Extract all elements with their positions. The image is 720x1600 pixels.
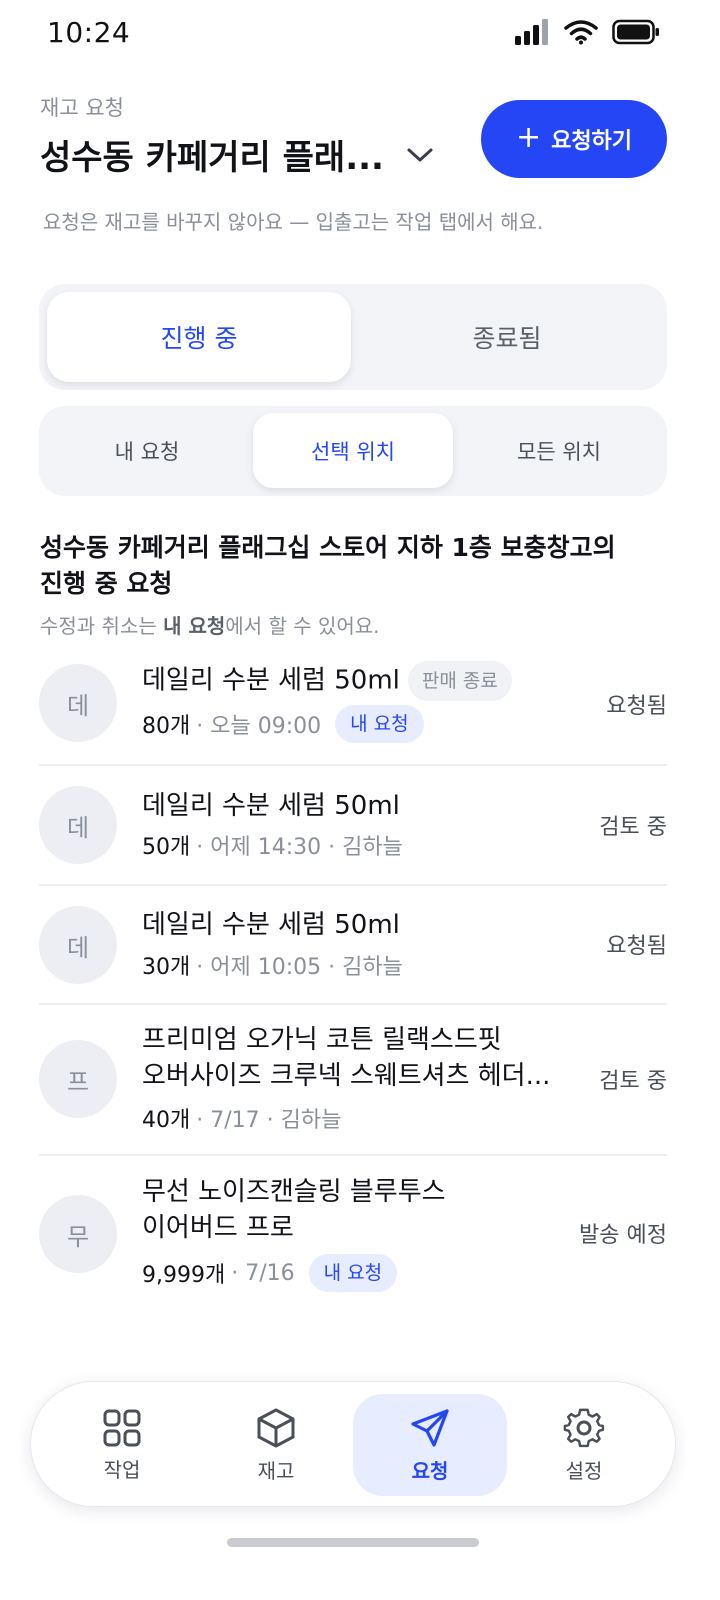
status-bar: 10:24 [0,0,720,66]
section-title: 성수동 카페거리 플래그십 스토어 지하 1층 보충창고의 진행 중 요청 [40,530,680,602]
request-item-name-line2: 오버사이즈 크루넥 스웨트셔츠 헤더... [142,1061,551,1091]
chevron-down-icon [406,146,434,164]
signal-icon [515,19,548,45]
section-note-prefix: 수정과 취소는 [40,614,164,638]
nav-label: 설정 [565,1458,603,1483]
request-item-name-line1: 프리미엄 오가닉 코튼 릴랙스드핏 [142,1025,502,1055]
status-icons [514,18,660,46]
home-indicator [227,1538,479,1547]
request-time: · 어제 14:30 · 김하늘 [196,835,403,860]
wifi-icon [564,20,598,45]
grid-icon [103,1409,141,1446]
request-meta: 40개 · 7/17 · 김하늘 [142,1102,341,1134]
scope-tab-my-requests[interactable]: 내 요청 [47,413,247,488]
nav-item-tasks[interactable]: 작업 [45,1394,199,1496]
request-row[interactable]: 데 데일리 수분 세럼 50ml 30개 · 어제 10:05 · 김하늘 요청… [39,886,667,1005]
gear-icon [563,1408,605,1447]
avatar: 데 [39,664,117,742]
request-row[interactable]: 데 데일리 수분 세럼 50ml 50개 · 어제 14:30 · 김하늘 검토… [39,766,667,886]
request-item-name-line1: 무선 노이즈캔슬링 블루투스 [142,1177,446,1207]
request-quantity: 30개 [142,955,191,980]
avatar: 데 [39,906,117,984]
request-item-name: 데일리 수분 세럼 50ml [142,791,400,821]
request-row[interactable]: 무 무선 노이즈캔슬링 블루투스 이어버드 프로 9,999개 · 7/16 내… [39,1156,667,1314]
nav-item-inventory[interactable]: 재고 [199,1394,353,1496]
section-title-line2: 진행 중 요청 [40,569,173,598]
request-meta: 50개 · 어제 14:30 · 김하늘 [142,829,403,861]
request-quantity: 80개 [142,714,191,739]
request-quantity: 50개 [142,835,191,860]
discontinued-badge: 판매 종료 [407,661,512,701]
scope-tabs: 내 요청 선택 위치 모든 위치 [39,406,667,496]
status-badge: 검토 중 [599,1069,667,1094]
request-meta: 30개 · 어제 10:05 · 김하늘 [142,949,403,981]
avatar: 데 [39,786,117,864]
section-note-bold: 내 요청 [163,614,226,638]
request-meta: 9,999개 · 7/16 내 요청 [142,1254,398,1292]
new-request-label: 요청하기 [551,129,633,154]
status-badge: 발송 예정 [579,1223,667,1248]
scope-tab-selected-location[interactable]: 선택 위치 [253,413,453,488]
my-request-badge: 내 요청 [335,705,424,743]
my-request-badge: 내 요청 [308,1254,398,1292]
nav-label: 요청 [411,1458,449,1483]
section-title-line1: 성수동 카페거리 플래그십 스토어 지하 1층 보충창고의 [40,533,616,562]
section-note: 수정과 취소는 내 요청에서 할 수 있어요. [40,610,380,639]
request-time: · 7/17 · 김하늘 [196,1108,342,1133]
request-item-name-text: 데일리 수분 세럼 50ml [142,665,400,696]
plus-icon: + [515,119,542,155]
status-tabs: 진행 중 종료됨 [39,284,667,390]
section-note-suffix: 에서 할 수 있어요. [225,614,380,638]
location-title: 성수동 카페거리 플래... [40,138,384,178]
status-badge: 요청됨 [606,694,667,719]
request-row[interactable]: 데 데일리 수분 세럼 50ml 판매 종료 80개 · 오늘 09:00 내 요… [39,645,667,766]
request-meta: 80개 · 오늘 09:00 내 요청 [142,705,424,743]
request-item-name: 데일리 수분 세럼 50ml [142,910,400,940]
tab-in-progress[interactable]: 진행 중 [47,292,351,382]
nav-item-settings[interactable]: 설정 [507,1394,661,1496]
request-item-name: 무선 노이즈캔슬링 블루투스 이어버드 프로 [142,1174,446,1246]
request-time: · 7/16 [231,1260,295,1286]
status-badge: 검토 중 [599,815,667,840]
scope-tab-all-locations[interactable]: 모든 위치 [459,413,659,488]
request-time: · 어제 10:05 · 김하늘 [196,955,403,980]
header-note: 요청은 재고를 바꾸지 않아요 — 입출고는 작업 탭에서 해요. [43,210,544,234]
request-item-name: 데일리 수분 세럼 50ml 판매 종료 [142,661,512,701]
bottom-nav: 작업 재고 요청 설정 [30,1381,676,1507]
request-row[interactable]: 프 프리미엄 오가닉 코튼 릴랙스드핏 오버사이즈 크루넥 스웨트셔츠 헤더..… [39,1005,667,1156]
avatar: 무 [39,1195,117,1273]
status-badge: 요청됨 [606,934,667,959]
request-item-name-line2: 이어버드 프로 [142,1213,294,1243]
location-selector[interactable]: 성수동 카페거리 플래... [40,130,434,179]
request-quantity: 40개 [142,1108,191,1133]
nav-item-requests[interactable]: 요청 [353,1394,507,1496]
nav-label: 작업 [103,1457,141,1482]
send-icon [411,1408,449,1447]
request-time: · 오늘 09:00 [196,714,322,739]
request-item-name: 프리미엄 오가닉 코튼 릴랙스드핏 오버사이즈 크루넥 스웨트셔츠 헤더... [142,1022,550,1094]
tab-closed[interactable]: 종료됨 [355,292,659,382]
status-time: 10:24 [47,16,131,49]
box-icon [257,1408,295,1447]
request-quantity: 9,999개 [142,1263,226,1288]
avatar: 프 [39,1040,117,1118]
battery-icon [612,19,659,45]
new-request-button[interactable]: + 요청하기 [481,100,667,178]
nav-label: 재고 [257,1458,295,1483]
